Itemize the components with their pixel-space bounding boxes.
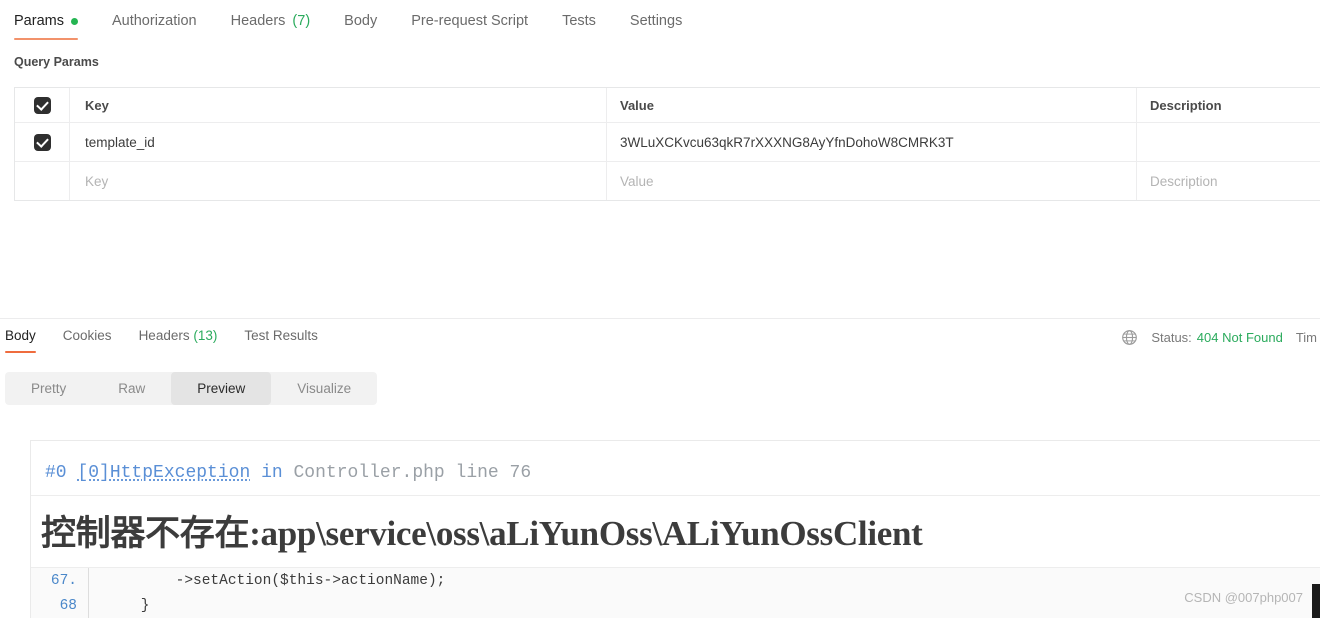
tab-pre-request-script-label: Pre-request Script [411, 13, 528, 29]
globe-icon [1121, 329, 1138, 346]
exception-bracket-index: [0] [77, 463, 109, 483]
code-line-number: 67. [31, 573, 88, 589]
response-active-tab-underline [5, 351, 36, 354]
tab-settings-label: Settings [630, 13, 682, 29]
column-header-key: Key [70, 88, 607, 122]
response-tab-headers-label: Headers [139, 328, 190, 343]
tab-tests[interactable]: Tests [562, 13, 596, 40]
exception-name-link[interactable]: [0]HttpException [77, 463, 250, 483]
tab-headers-count: (7) [292, 13, 310, 29]
exception-header: #0 [0]HttpException in Controller.php li… [31, 441, 1320, 496]
tab-tests-label: Tests [562, 13, 596, 29]
pane-divider[interactable] [0, 318, 1320, 319]
tab-params[interactable]: Params [14, 13, 78, 40]
response-tab-headers[interactable]: Headers (13) [139, 328, 218, 353]
view-mode-preview-label: Preview [197, 381, 245, 396]
postman-window: Params Authorization Headers (7) Body Pr… [0, 0, 1320, 618]
view-mode-visualize-label: Visualize [297, 381, 351, 396]
status-badge: 404 Not Found [1197, 330, 1283, 345]
tab-pre-request-script[interactable]: Pre-request Script [411, 13, 528, 40]
active-tab-underline [14, 38, 78, 41]
exception-frame-index: #0 [45, 463, 67, 483]
response-view-mode-group: Pretty Raw Preview Visualize [5, 372, 377, 405]
response-tab-body[interactable]: Body [5, 328, 36, 353]
column-header-value: Value [607, 88, 1137, 122]
empty-row-checkbox-cell [15, 162, 70, 200]
row-description-input[interactable] [1137, 123, 1320, 161]
response-tab-body-label: Body [5, 328, 36, 343]
response-tab-test-results[interactable]: Test Results [244, 328, 318, 353]
tab-authorization[interactable]: Authorization [112, 13, 197, 40]
right-edge-bar [1312, 584, 1320, 618]
tab-headers-label: Headers [231, 13, 286, 29]
exception-file-line: Controller.php line 76 [294, 463, 532, 483]
exception-source-code: 67. ->setAction($this->actionName); 68 } [31, 567, 1320, 618]
code-line-text: ->setAction($this->actionName); [89, 573, 445, 589]
exception-message: 控制器不存在:app\service\oss\aLiYunOss\ALiYunO… [31, 496, 1320, 567]
view-mode-raw-label: Raw [118, 381, 145, 396]
tab-body[interactable]: Body [344, 13, 377, 40]
table-row-empty[interactable]: Key Value Description [15, 162, 1320, 201]
response-tab-cookies-label: Cookies [63, 328, 112, 343]
row-checkbox-cell[interactable] [15, 123, 70, 161]
code-line-text: } [89, 598, 150, 614]
column-header-description: Description [1137, 88, 1320, 122]
tab-headers[interactable]: Headers (7) [231, 13, 311, 40]
response-status-bar: Status: 404 Not Found Tim [1121, 329, 1320, 346]
row-value-input[interactable]: 3WLuXCKvcu63qkR7rXXXNG8AyYfnDohoW8CMRK3T [607, 123, 1137, 161]
time-label: Tim [1296, 330, 1317, 345]
code-line: 68 } [31, 593, 1320, 618]
table-header-row: Key Value Description [15, 88, 1320, 123]
response-tab-test-results-label: Test Results [244, 328, 318, 343]
view-mode-pretty[interactable]: Pretty [5, 372, 92, 405]
response-tab-cookies[interactable]: Cookies [63, 328, 112, 353]
row-key-input[interactable]: template_id [70, 123, 607, 161]
empty-row-description-input[interactable]: Description [1137, 162, 1320, 200]
params-modified-dot [71, 18, 78, 25]
tab-authorization-label: Authorization [112, 13, 197, 29]
view-mode-pretty-label: Pretty [31, 381, 66, 396]
request-tab-bar: Params Authorization Headers (7) Body Pr… [0, 0, 1320, 44]
tab-settings[interactable]: Settings [630, 13, 682, 40]
header-select-all-cell[interactable] [15, 88, 70, 122]
response-preview-frame: #0 [0]HttpException in Controller.php li… [30, 440, 1320, 618]
empty-row-key-input[interactable]: Key [70, 162, 607, 200]
row-enabled-checkbox[interactable] [34, 134, 51, 151]
response-tab-headers-count: (13) [193, 328, 217, 343]
tab-body-label: Body [344, 13, 377, 29]
exception-name: HttpException [110, 463, 250, 483]
select-all-checkbox[interactable] [34, 97, 51, 114]
query-params-table: Key Value Description template_id 3WLuXC… [14, 87, 1320, 201]
view-mode-preview[interactable]: Preview [171, 372, 271, 405]
view-mode-visualize[interactable]: Visualize [271, 372, 377, 405]
table-row[interactable]: template_id 3WLuXCKvcu63qkR7rXXXNG8AyYfn… [15, 123, 1320, 162]
tab-params-label: Params [14, 13, 64, 29]
status-label: Status: [1151, 330, 1191, 345]
code-line: 67. ->setAction($this->actionName); [31, 568, 1320, 593]
empty-row-value-input[interactable]: Value [607, 162, 1137, 200]
exception-in-word: in [261, 463, 283, 483]
view-mode-raw[interactable]: Raw [92, 372, 171, 405]
code-line-number: 68 [31, 598, 88, 614]
response-tab-bar: Body Cookies Headers (13) Test Results [0, 328, 900, 358]
query-params-label: Query Params [14, 55, 99, 69]
